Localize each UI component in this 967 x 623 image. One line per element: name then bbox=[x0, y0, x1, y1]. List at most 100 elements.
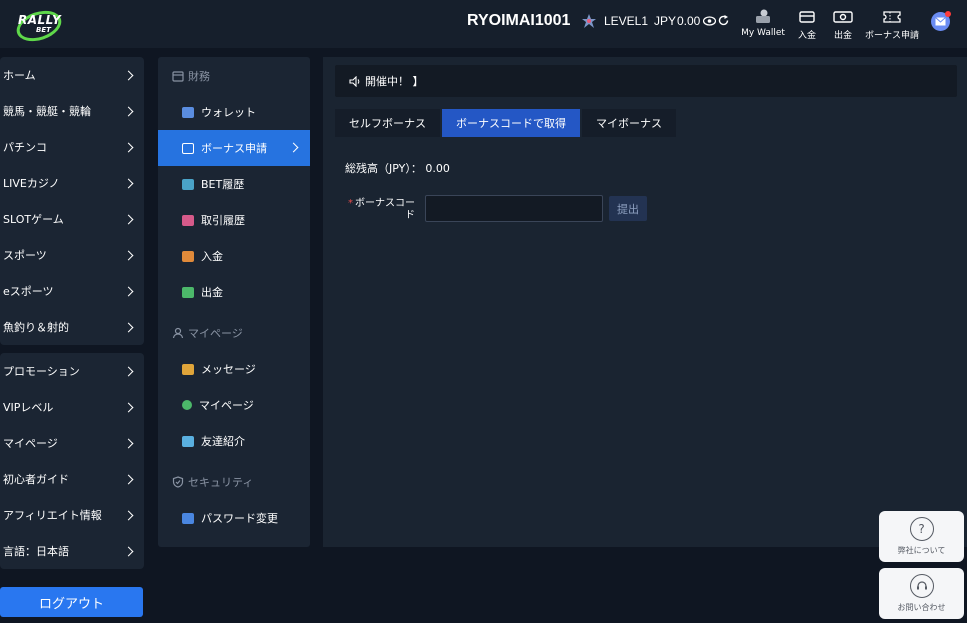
chevron-right-icon bbox=[123, 546, 134, 556]
menu-item-label: 入金 bbox=[201, 250, 223, 263]
deposit-card-icon bbox=[799, 11, 815, 23]
contact-button[interactable]: お問い合わせ bbox=[879, 568, 964, 619]
sidebar-item-games-5[interactable]: スポーツ bbox=[0, 237, 144, 273]
refresh-icon[interactable] bbox=[718, 15, 729, 26]
level-text: LEVEL1 bbox=[604, 14, 649, 28]
bonus-code-label: * ボーナスコード bbox=[345, 198, 415, 222]
sidebar-item-label: パチンコ bbox=[3, 141, 47, 154]
chevron-right-icon bbox=[288, 142, 299, 153]
sidebar-item-games-6[interactable]: eスポーツ bbox=[0, 273, 144, 309]
main-sidebar: ホーム競馬・競艇・競輪 パチンコ LIVEカジノ SLOTゲームスポーツ eスポーツ魚釣… bbox=[0, 57, 144, 569]
envelope-icon bbox=[935, 17, 946, 26]
shield-icon bbox=[172, 475, 184, 488]
bonus-request-label: ボーナス申請 bbox=[864, 31, 919, 41]
withdraw-icon bbox=[182, 286, 194, 298]
total-balance-label: 総残高（JPY）： bbox=[345, 162, 422, 175]
sidebar-item-games-0[interactable]: ホーム bbox=[0, 57, 144, 93]
logout-button[interactable]: ログアウト bbox=[0, 587, 143, 617]
deposit-button[interactable]: 入金 bbox=[794, 8, 820, 42]
chevron-right-icon bbox=[123, 70, 134, 80]
sidebar-item-games-1[interactable]: 競馬・競艇・競輪 bbox=[0, 93, 144, 129]
chevron-right-icon bbox=[123, 142, 134, 152]
chevron-right-icon bbox=[123, 438, 134, 448]
mail-button[interactable] bbox=[931, 11, 951, 31]
sidebar-item-label: スポーツ bbox=[3, 249, 47, 262]
sidebar-group-games: ホーム競馬・競艇・競輪 パチンコ LIVEカジノ SLOTゲームスポーツ eスポーツ魚釣… bbox=[0, 57, 144, 345]
top-header: RALLY BET RYOIMAI1001 LEVEL1 JPY 0.00 My… bbox=[0, 0, 967, 48]
speaker-icon bbox=[349, 75, 360, 87]
ticket-icon bbox=[182, 142, 194, 154]
sidebar-item-account-5[interactable]: 言語：日本語 bbox=[0, 533, 144, 569]
balance-currency: JPY bbox=[654, 14, 677, 28]
wallet-icon bbox=[756, 9, 770, 23]
sidebar-item-label: eスポーツ bbox=[3, 285, 54, 298]
about-us-button[interactable]: ? 弊社について bbox=[879, 511, 964, 562]
menu-item-label: マイページ bbox=[199, 399, 254, 412]
headset-icon bbox=[909, 574, 934, 598]
sidebar-item-label: アフィリエイト情報 bbox=[3, 509, 102, 522]
account-menu: 財務 ウォレット ボーナス申請 BET履歴 取引履歴 入金 出金 マイページ メ… bbox=[158, 57, 310, 547]
chevron-right-icon bbox=[123, 366, 134, 376]
menu-item-label: 友達紹介 bbox=[201, 435, 245, 448]
sidebar-item-label: 初心者ガイド bbox=[3, 473, 69, 486]
deposit-label: 入金 bbox=[797, 31, 816, 41]
menu-item-mypage[interactable]: マイページ bbox=[158, 387, 310, 423]
sidebar-item-games-7[interactable]: 魚釣り＆射的 bbox=[0, 309, 144, 345]
ticket-icon bbox=[883, 11, 901, 23]
security-header: セキュリティ bbox=[158, 463, 310, 500]
bet-history-icon bbox=[182, 178, 194, 190]
menu-item-transaction-history[interactable]: 取引履歴 bbox=[158, 202, 310, 238]
sidebar-item-games-3[interactable]: LIVEカジノ bbox=[0, 165, 144, 201]
bonus-request-button[interactable]: ボーナス申請 bbox=[864, 8, 920, 42]
menu-item-bet-history[interactable]: BET履歴 bbox=[158, 166, 310, 202]
sidebar-item-account-4[interactable]: アフィリエイト情報 bbox=[0, 497, 144, 533]
sidebar-item-games-2[interactable]: パチンコ bbox=[0, 129, 144, 165]
sidebar-item-label: 競馬・競艇・競輪 bbox=[3, 105, 91, 118]
sidebar-item-label: VIPレベル bbox=[3, 401, 54, 414]
menu-item-referral[interactable]: 友達紹介 bbox=[158, 423, 310, 459]
total-balance: 総残高（JPY）： 0.00 bbox=[345, 160, 450, 176]
menu-item-label: ウォレット bbox=[201, 106, 256, 119]
deposit-icon bbox=[182, 250, 194, 262]
lock-icon bbox=[182, 512, 194, 524]
required-asterisk: * bbox=[348, 198, 353, 209]
chevron-right-icon bbox=[123, 214, 134, 224]
tab-bonus-code[interactable]: ボーナスコードで取得 bbox=[442, 109, 580, 137]
sidebar-item-label: 魚釣り＆射的 bbox=[3, 321, 69, 334]
menu-item-bonus-request[interactable]: ボーナス申請 bbox=[158, 130, 310, 166]
rally-bet-logo[interactable]: RALLY BET bbox=[12, 5, 66, 47]
notification-dot bbox=[945, 11, 951, 17]
wallet-icon bbox=[182, 106, 194, 118]
sidebar-item-games-4[interactable]: SLOTゲーム bbox=[0, 201, 144, 237]
withdraw-button[interactable]: 出金 bbox=[830, 8, 856, 42]
tab-self-bonus[interactable]: セルフボーナス bbox=[335, 109, 440, 137]
sidebar-item-account-3[interactable]: 初心者ガイド bbox=[0, 461, 144, 497]
sidebar-item-account-0[interactable]: プロモーション bbox=[0, 353, 144, 389]
referral-icon bbox=[182, 435, 194, 447]
menu-item-withdraw[interactable]: 出金 bbox=[158, 274, 310, 310]
menu-item-change-password[interactable]: パスワード変更 bbox=[158, 500, 310, 536]
menu-item-deposit[interactable]: 入金 bbox=[158, 238, 310, 274]
user-icon bbox=[182, 400, 192, 410]
sidebar-item-account-2[interactable]: マイページ bbox=[0, 425, 144, 461]
withdraw-cash-icon bbox=[833, 11, 853, 23]
menu-item-label: ボーナス申請 bbox=[201, 142, 267, 155]
user-outline-icon bbox=[172, 327, 184, 338]
chevron-right-icon bbox=[123, 178, 134, 188]
tab-my-bonus[interactable]: マイボーナス bbox=[582, 109, 676, 137]
menu-item-messages[interactable]: メッセージ bbox=[158, 351, 310, 387]
my-wallet-label: My Wallet bbox=[741, 28, 785, 38]
menu-item-label: パスワード変更 bbox=[201, 512, 278, 525]
bonus-code-input[interactable] bbox=[425, 195, 603, 222]
my-wallet-button[interactable]: My Wallet bbox=[740, 8, 786, 42]
envelope-icon bbox=[182, 363, 194, 375]
bonus-tabs: セルフボーナス ボーナスコードで取得 マイボーナス bbox=[335, 109, 678, 137]
menu-item-wallet[interactable]: ウォレット bbox=[158, 94, 310, 130]
eye-icon[interactable] bbox=[703, 16, 716, 26]
security-header-label: セキュリティ bbox=[188, 475, 254, 489]
logo-text-rally: RALLY bbox=[18, 13, 62, 27]
finance-icon bbox=[172, 70, 184, 82]
submit-button[interactable]: 提出 bbox=[609, 196, 647, 221]
sidebar-item-account-1[interactable]: VIPレベル bbox=[0, 389, 144, 425]
sidebar-group-account: プロモーション VIPレベルマイページ初心者ガイドアフィリエイト情報言語：日本語 bbox=[0, 353, 144, 569]
